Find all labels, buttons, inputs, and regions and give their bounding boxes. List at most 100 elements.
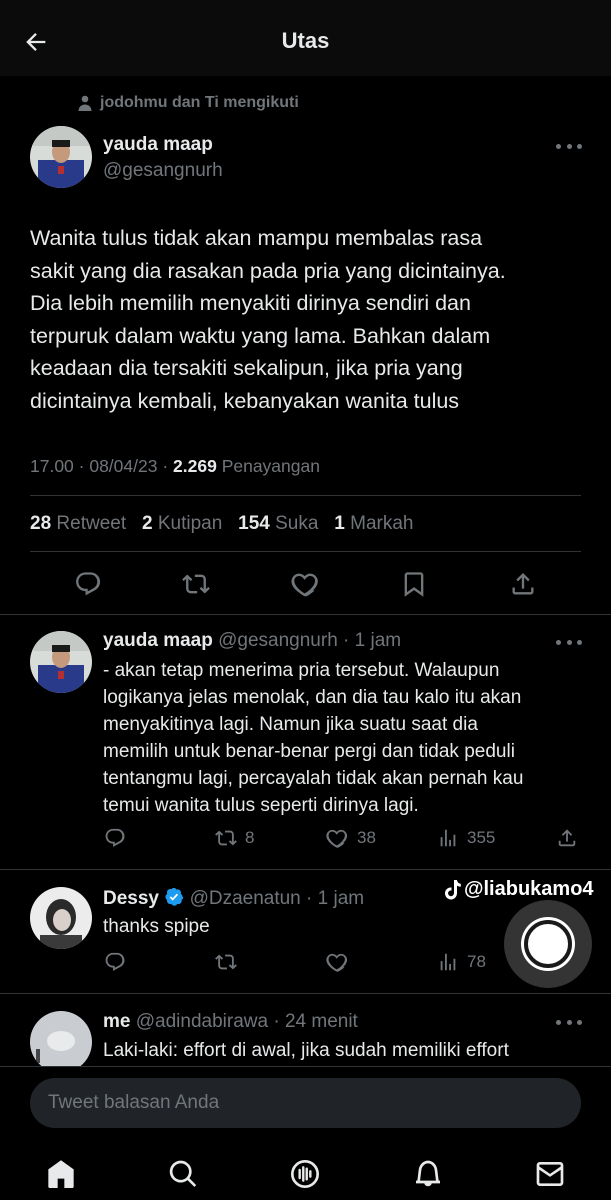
mail-icon <box>536 1162 564 1186</box>
display-name[interactable]: yauda maap <box>103 630 213 651</box>
nav-spaces[interactable] <box>285 1154 325 1194</box>
reply-icon <box>105 952 125 971</box>
share-button[interactable] <box>555 826 579 850</box>
divider <box>0 993 611 994</box>
reply-input[interactable] <box>30 1078 581 1128</box>
share-icon <box>512 573 534 595</box>
views-count[interactable]: 2.269 <box>173 456 217 476</box>
tweet-text-line: Dia lebih memilih menyakiti dirinya send… <box>30 291 471 316</box>
floating-record-button[interactable] <box>504 900 592 988</box>
tweet-text-line: dicintainya kembali, kebanyakan wanita t… <box>30 388 460 413</box>
retweet-stat[interactable]: 28 Retweet <box>30 513 126 534</box>
bookmark-button[interactable] <box>398 568 430 600</box>
retweet-count: 8 <box>245 828 255 847</box>
display-name[interactable]: Dessy <box>103 888 159 909</box>
reply-text: - akan tetap menerima pria tersebut. Wal… <box>103 657 583 819</box>
analytics-icon <box>440 829 456 847</box>
retweet-icon <box>182 574 210 594</box>
tiktok-watermark: @liabukamo4 <box>444 878 594 901</box>
divider <box>30 551 581 552</box>
divider <box>0 869 611 870</box>
more-icon[interactable] <box>556 1017 582 1027</box>
timestamp[interactable]: · 1 jam <box>306 888 364 909</box>
avatar[interactable] <box>30 631 92 693</box>
timestamp[interactable]: · 24 menit <box>273 1011 357 1032</box>
more-icon[interactable] <box>556 637 582 647</box>
like-stat[interactable]: 154 Suka <box>238 513 318 534</box>
like-count: 38 <box>357 828 376 847</box>
reply-text-line: - akan tetap menerima pria tersebut. Wal… <box>103 660 500 681</box>
home-icon <box>48 1160 74 1188</box>
nav-search[interactable] <box>163 1154 203 1194</box>
views-count: 78 <box>467 952 486 971</box>
analytics-icon <box>440 953 456 971</box>
handle[interactable]: @gesangnurh <box>218 630 338 651</box>
avatar[interactable] <box>30 887 92 949</box>
views-button[interactable] <box>436 950 460 974</box>
reply-header: yauda maap @gesangnurh · 1 jam <box>103 630 401 652</box>
reply-text: Laki-laki: effort di awal, jika sudah me… <box>103 1037 583 1067</box>
retweet-button[interactable] <box>214 826 238 850</box>
top-app-bar: Utas <box>0 0 611 76</box>
reply-text-line: temui wanita tulus seperti dirinya lagi. <box>103 795 419 816</box>
social-context[interactable]: jodohmu dan Ti mengikuti <box>78 94 299 112</box>
share-icon <box>558 829 576 847</box>
reply-header: Dessy @Dzaenatun · 1 jam <box>103 887 364 910</box>
nav-notifications[interactable] <box>408 1154 448 1194</box>
divider <box>30 495 581 496</box>
divider <box>0 614 611 615</box>
heart-icon <box>326 953 348 972</box>
like-button[interactable] <box>325 950 349 974</box>
handle[interactable]: @adindabirawa <box>136 1011 268 1032</box>
views-count: 355 <box>467 828 496 847</box>
heart-icon <box>291 573 318 597</box>
tweet-stats: 28 Retweet 2 Kutipan 154 Suka 1 Markah <box>30 513 413 535</box>
reply-text: thanks spipe <box>103 913 433 940</box>
watermark-text: @liabukamo4 <box>464 878 594 900</box>
reply-text-line: logikanya jelas menolak, dan dia tau kal… <box>103 687 522 708</box>
bookmark-icon <box>404 572 424 597</box>
tweet-text: Wanita tulus tidak akan mampu membalas r… <box>30 222 585 418</box>
author-handle[interactable]: @gesangnurh <box>103 160 223 182</box>
reply-text-line: memilih untuk benar-benar pergi dan tida… <box>103 741 515 762</box>
reply-text-line: thanks spipe <box>103 916 210 937</box>
display-name[interactable]: yauda maap <box>103 134 213 155</box>
views-button[interactable] <box>436 826 460 850</box>
reply-header: me @adindabirawa · 24 menit <box>103 1011 358 1033</box>
retweet-button[interactable] <box>214 950 238 974</box>
display-name[interactable]: me <box>103 1011 130 1032</box>
tweet-time: 17.00 · 08/04/23 · <box>30 456 174 476</box>
tiktok-icon <box>445 879 461 899</box>
tweet-text-line: Wanita tulus tidak akan mampu membalas r… <box>30 226 483 250</box>
verified-badge-icon <box>165 887 184 906</box>
quote-stat[interactable]: 2 Kutipan <box>142 513 222 534</box>
person-icon <box>78 95 92 111</box>
share-button[interactable] <box>507 568 539 600</box>
heart-icon <box>326 829 348 848</box>
bookmark-stat[interactable]: 1 Markah <box>334 513 413 534</box>
social-context-text: jodohmu dan Ti mengikuti <box>100 94 299 111</box>
like-button[interactable] <box>325 826 349 850</box>
reply-text-line: menyakitinya lagi. Namun jika suatu saat… <box>103 714 478 735</box>
reply-button[interactable] <box>103 950 127 974</box>
retweet-icon <box>215 954 237 970</box>
nav-messages[interactable] <box>530 1154 570 1194</box>
handle[interactable]: @Dzaenatun <box>190 888 301 909</box>
reply-icon <box>105 828 125 847</box>
reply-icon <box>76 572 101 596</box>
more-icon[interactable] <box>556 141 582 151</box>
reply-button[interactable] <box>103 826 127 850</box>
tweet-text-line: terpuruk dalam waktu yang lama. Bahkan d… <box>30 323 491 348</box>
reply-button[interactable] <box>72 568 104 600</box>
search-icon <box>169 1160 197 1187</box>
nav-home[interactable] <box>41 1154 81 1194</box>
retweet-icon <box>215 830 237 846</box>
timestamp[interactable]: · 1 jam <box>343 630 401 651</box>
avatar[interactable] <box>30 126 92 188</box>
retweet-button[interactable] <box>180 568 212 600</box>
author-name[interactable]: yauda maap <box>103 134 213 156</box>
spaces-icon <box>291 1160 319 1188</box>
like-button[interactable] <box>289 568 321 600</box>
tweet-text-line: sakit yang dia rasakan pada pria yang di… <box>30 258 506 283</box>
avatar[interactable] <box>30 1011 92 1073</box>
